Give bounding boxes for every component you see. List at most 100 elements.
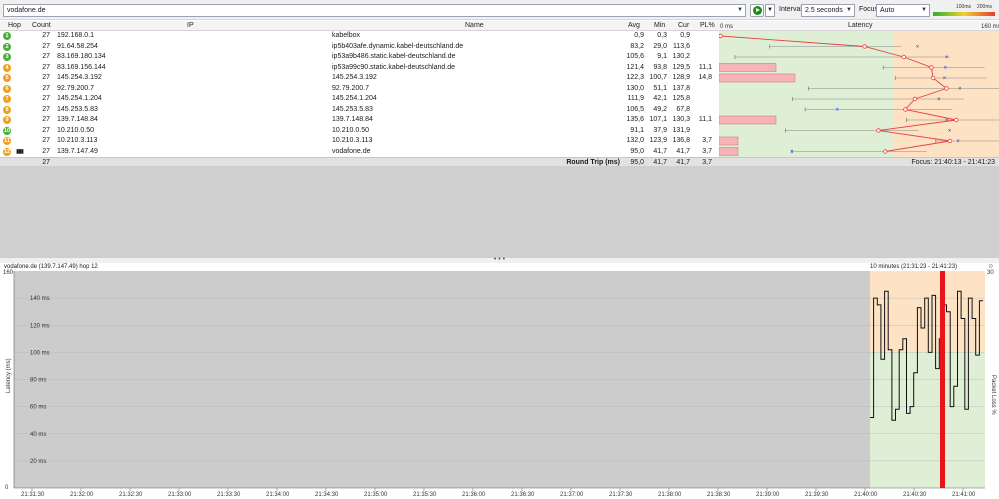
hop-pl: 14,8 bbox=[698, 74, 712, 81]
packet-loss-marker bbox=[940, 271, 945, 488]
col-count[interactable]: Count bbox=[32, 22, 51, 29]
play-icon bbox=[753, 6, 762, 15]
hop-number: 8 bbox=[3, 105, 11, 114]
hop-number: 2 bbox=[3, 42, 11, 51]
table-row[interactable]: 8 27 145.253.5.83 145.253.5.83 106,5 49,2 67,8 bbox=[0, 105, 719, 115]
table-row[interactable]: 11 27 10.210.3.113 10.210.3.113 132,0 123,9 13… bbox=[0, 136, 719, 146]
green-zone bbox=[719, 31, 894, 158]
hop-count: 27 bbox=[42, 63, 50, 71]
table-row[interactable]: 9 27 139.7.148.84 139.7.148.84 135,6 107,1 130… bbox=[0, 115, 719, 125]
graph-icon[interactable]: ▮▮▮ bbox=[16, 147, 24, 157]
packet-loss-bar bbox=[719, 147, 739, 156]
hop-avg: 106,5 bbox=[626, 105, 644, 113]
table-row[interactable]: 4 27 83.169.156.144 ip53a99c90.static.kabel… bbox=[0, 63, 719, 73]
avg-point bbox=[944, 86, 949, 91]
x-tick-label: 21:33:00 bbox=[168, 492, 192, 498]
table-row[interactable]: 5 27 145.254.3.192 145.254.3.192 122,3 100,7 1… bbox=[0, 73, 719, 83]
col-min[interactable]: Min bbox=[654, 22, 665, 29]
table-row[interactable]: 3 27 83.169.180.134 ip53a9b486.static.kabel… bbox=[0, 52, 719, 62]
hop-name: 92.79.200.7 bbox=[332, 84, 369, 92]
hop-ip: 145.253.5.83 bbox=[57, 105, 98, 113]
x-tick-label: 21:40:30 bbox=[903, 492, 927, 498]
col-pl[interactable]: PL% bbox=[700, 22, 715, 29]
hop-count: 27 bbox=[42, 42, 50, 50]
hop-count: 27 bbox=[42, 116, 50, 123]
x-tick-label: 21:36:00 bbox=[462, 492, 486, 498]
current-marker: × bbox=[945, 55, 949, 61]
timeline-title: vodafone.de (139.7.147.49) hop 12 bbox=[4, 264, 98, 270]
hop-count: 27 bbox=[42, 95, 50, 102]
hop-avg: 132,0 bbox=[626, 137, 644, 144]
x-tick-label: 21:35:30 bbox=[413, 492, 437, 498]
hop-count: 27 bbox=[42, 53, 50, 60]
y-axis-label: Latency (ms) bbox=[6, 358, 12, 393]
chevron-down-icon[interactable]: ▼ bbox=[735, 5, 745, 16]
hop-name: ip53a9b486.static.kabel-deutschland.de bbox=[332, 53, 456, 60]
y-tick-label: 20 ms bbox=[30, 459, 46, 465]
hop-avg: 0,9 bbox=[634, 32, 644, 39]
start-trace-button[interactable] bbox=[750, 4, 764, 17]
x-tick-label: 21:37:00 bbox=[560, 492, 584, 498]
current-marker: × bbox=[943, 76, 947, 82]
avg-point bbox=[719, 33, 723, 39]
table-row[interactable]: 2 27 91.64.58.254 ip5b403afe.dynamic.kabel-… bbox=[0, 42, 719, 52]
col-ip[interactable]: IP bbox=[187, 22, 194, 29]
hop-count: 27 bbox=[42, 32, 50, 39]
col-avg[interactable]: Avg bbox=[628, 22, 640, 29]
col-hop[interactable]: Hop bbox=[8, 22, 21, 29]
hop-ip: 145.254.1.204 bbox=[57, 95, 102, 102]
timeline-header: vodafone.de (139.7.147.49) hop 12 10 min… bbox=[0, 263, 999, 272]
y-tick-label: 100 ms bbox=[30, 350, 50, 356]
hop-min: 41,7 bbox=[653, 147, 667, 155]
col-name[interactable]: Name bbox=[465, 22, 484, 29]
x-tick-label: 21:32:00 bbox=[70, 492, 94, 498]
hop-cur: 41,7 bbox=[676, 147, 690, 155]
chevron-down-icon[interactable]: ▼ bbox=[765, 4, 775, 17]
x-tick-label: 21:39:30 bbox=[805, 492, 829, 498]
avg-point bbox=[862, 44, 867, 49]
hop-name: 145.254.1.204 bbox=[332, 95, 377, 102]
avg-point bbox=[903, 107, 908, 112]
hop-cur: 131,9 bbox=[672, 126, 690, 134]
hop-cur: 130,2 bbox=[672, 53, 690, 60]
hop-count: 27 bbox=[42, 74, 50, 81]
hop-count: 27 bbox=[42, 147, 50, 155]
hop-ip: 83.169.156.144 bbox=[57, 63, 106, 71]
hop-cur: 113,6 bbox=[673, 42, 690, 50]
hop-pl: 3,7 bbox=[702, 147, 712, 155]
table-row[interactable]: 7 27 145.254.1.204 145.254.1.204 111,9 42,1 12… bbox=[0, 94, 719, 104]
hop-cur: 130,3 bbox=[672, 116, 690, 123]
hop-min: 51,1 bbox=[653, 84, 667, 92]
focus-select[interactable]: Auto ▼ bbox=[876, 4, 930, 17]
current-marker: × bbox=[958, 87, 962, 93]
x-tick-label: 21:34:30 bbox=[315, 492, 339, 498]
hop-cur: 136,8 bbox=[672, 137, 690, 144]
hop-min: 9,1 bbox=[657, 53, 667, 60]
hop-avg: 91,1 bbox=[630, 126, 644, 134]
interval-select[interactable]: 2.5 seconds ▼ bbox=[801, 4, 855, 17]
hop-avg: 105,6 bbox=[626, 53, 644, 60]
orange-zone bbox=[894, 31, 999, 158]
hop-avg: 122,3 bbox=[626, 74, 644, 81]
avg-point bbox=[912, 96, 918, 102]
current-marker: × bbox=[836, 108, 840, 114]
table-row[interactable]: 10 27 10.210.0.50 10.210.0.50 91,1 37,9 131,9 bbox=[0, 126, 719, 136]
hop-min: 107,1 bbox=[649, 116, 667, 123]
table-row[interactable]: 12 ▮▮▮ 27 139.7.147.49 vodafone.de 95,0 41,7 41… bbox=[0, 147, 719, 157]
settings-icon[interactable]: ⚙ bbox=[988, 263, 993, 272]
y-tick-label: 40 ms bbox=[30, 432, 46, 438]
hop-count: 27 bbox=[42, 105, 50, 113]
hop-ip: 10.210.0.50 bbox=[57, 126, 94, 134]
target-input[interactable]: vodafone.de ▼ bbox=[3, 4, 746, 17]
table-row[interactable]: 6 27 92.79.200.7 92.79.200.7 130,0 51,1 137,8 bbox=[0, 84, 719, 94]
chevron-down-icon: ▼ bbox=[846, 7, 852, 13]
hop-min: 29,0 bbox=[653, 42, 667, 50]
hop-number: 10 bbox=[3, 126, 11, 135]
hop-name: 145.254.3.192 bbox=[332, 74, 377, 81]
col-cur[interactable]: Cur bbox=[678, 22, 689, 29]
table-row[interactable]: 1 27 192.168.0.1 kabelbox 0,9 0,3 0,9 bbox=[0, 31, 719, 41]
x-tick-label: 21:38:00 bbox=[658, 492, 682, 498]
hop-pl: 3,7 bbox=[702, 137, 712, 144]
current-marker: × bbox=[956, 139, 960, 145]
hop-avg: 135,6 bbox=[626, 116, 644, 123]
